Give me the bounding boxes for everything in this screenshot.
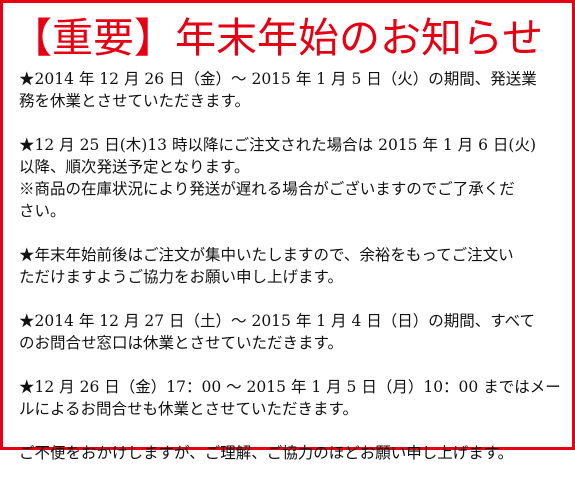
notice-line: ★12 月 26 日（金）17：00 ～ 2015 年 1 月 5 日（月）10… [19, 378, 561, 396]
notice-paragraph-apology: ご不便をおかけしますが、ご理解、ご協力のほどお願い申し上げます。 [19, 442, 564, 464]
notice-line: さい。 [19, 202, 66, 220]
notice-line: ★2014 年 12 月 26 日（金）～ 2015 年 1 月 5 日（火）の… [19, 70, 537, 88]
notice-paragraph-early-order: ★年末年始前後はご注文が集中いたしますので、余裕をもってご注文い ただけますよう… [19, 244, 564, 288]
notice-body: ★2014 年 12 月 26 日（金）～ 2015 年 1 月 5 日（火）の… [19, 68, 564, 486]
notice-line: 以降、順次発送予定となります。 [19, 158, 250, 176]
notice-line: ご不便をおかけしますが、ご理解、ご協力のほどお願い申し上げます。 [19, 444, 514, 462]
notice-line: ルによるお問合せも休業とさせていただきます。 [19, 400, 358, 418]
notice-frame: 【重要】年末年始のお知らせ ★2014 年 12 月 26 日（金）～ 2015… [0, 0, 575, 462]
notice-line: ★12 月 25 日(木)13 時以降にご注文された場合は 2015 年 1 月… [19, 136, 536, 154]
notice-line: ただけますようご協力をお願い申し上げます。 [19, 268, 343, 286]
notice-paragraph-order-cutoff: ★12 月 25 日(木)13 時以降にご注文された場合は 2015 年 1 月… [19, 134, 564, 222]
notice-line: ★年末年始前後はご注文が集中いたしますので、余裕をもってご注文い [19, 246, 514, 264]
notice-line: のお問合せ窓口は休業とさせていただきます。 [19, 334, 343, 352]
notice-paragraph-email-closure: ★12 月 26 日（金）17：00 ～ 2015 年 1 月 5 日（月）10… [19, 376, 564, 420]
notice-title: 【重要】年末年始のお知らせ [11, 14, 544, 62]
notice-paragraph-delivery-holiday: ★2014 年 12 月 26 日（金）～ 2015 年 1 月 5 日（火）の… [19, 68, 564, 112]
notice-line: ※商品の在庫状況により発送が遅れる場合がございますのでご了承くだ [19, 180, 515, 198]
notice-line: ★2014 年 12 月 27 日（土）～ 2015 年 1 月 4 日（日）の… [19, 312, 536, 330]
notice-paragraph-inquiry-closure: ★2014 年 12 月 27 日（土）～ 2015 年 1 月 4 日（日）の… [19, 310, 564, 354]
notice-line: 務を休業とさせていただきます。 [19, 92, 250, 110]
